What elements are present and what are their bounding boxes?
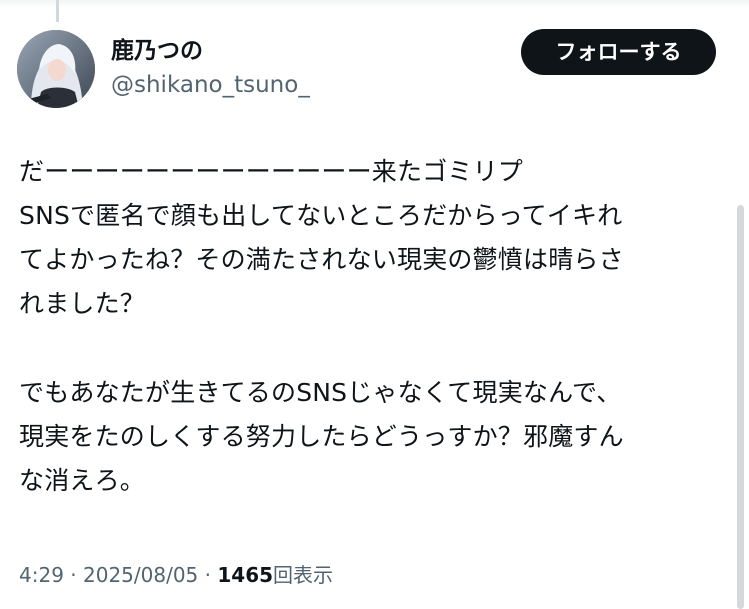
thread-connector-line [56,0,59,22]
avatar[interactable] [17,30,95,108]
scrollbar[interactable] [737,205,744,609]
author-info: 鹿乃つの @shikano_tsuno_ [111,36,310,100]
tweet-line: な消えろ。 [19,466,146,495]
tweet-date[interactable]: 2025/08/05 [83,563,198,587]
author-display-name[interactable]: 鹿乃つの [111,36,310,66]
tweet-metadata: 4:29 · 2025/08/05 · 1465回表示 [19,560,333,590]
tweet-line: だーーーーーーーーーーーーー来たゴミリプ [19,157,524,186]
top-strip [0,0,749,8]
meta-separator: · [70,563,77,587]
views-label: 回表示 [273,563,334,587]
tweet-text: だーーーーーーーーーーーーー来たゴミリプ SNSで匿名で顔も出してないところだか… [19,150,729,503]
tweet-line: れました？ [19,289,146,318]
tweet-line: SNSで匿名で顔も出してないところだからってイキれ [19,201,623,230]
tweet-time[interactable]: 4:29 [19,563,64,587]
avatar-image [17,30,95,108]
follow-button[interactable]: フォローする [521,29,716,75]
views-count: 1465 [217,563,274,587]
meta-separator: · [204,563,211,587]
author-handle[interactable]: @shikano_tsuno_ [111,70,310,100]
tweet-line: 現実をたのしくする努力したらどうっすか？邪魔すん [19,422,624,451]
tweet-line: てよかったね？その満たされない現実の鬱憤は晴らさ [19,245,624,274]
tweet-line: でもあなたが生きてるのSNSじゃなくて現実なんで、 [19,378,622,407]
